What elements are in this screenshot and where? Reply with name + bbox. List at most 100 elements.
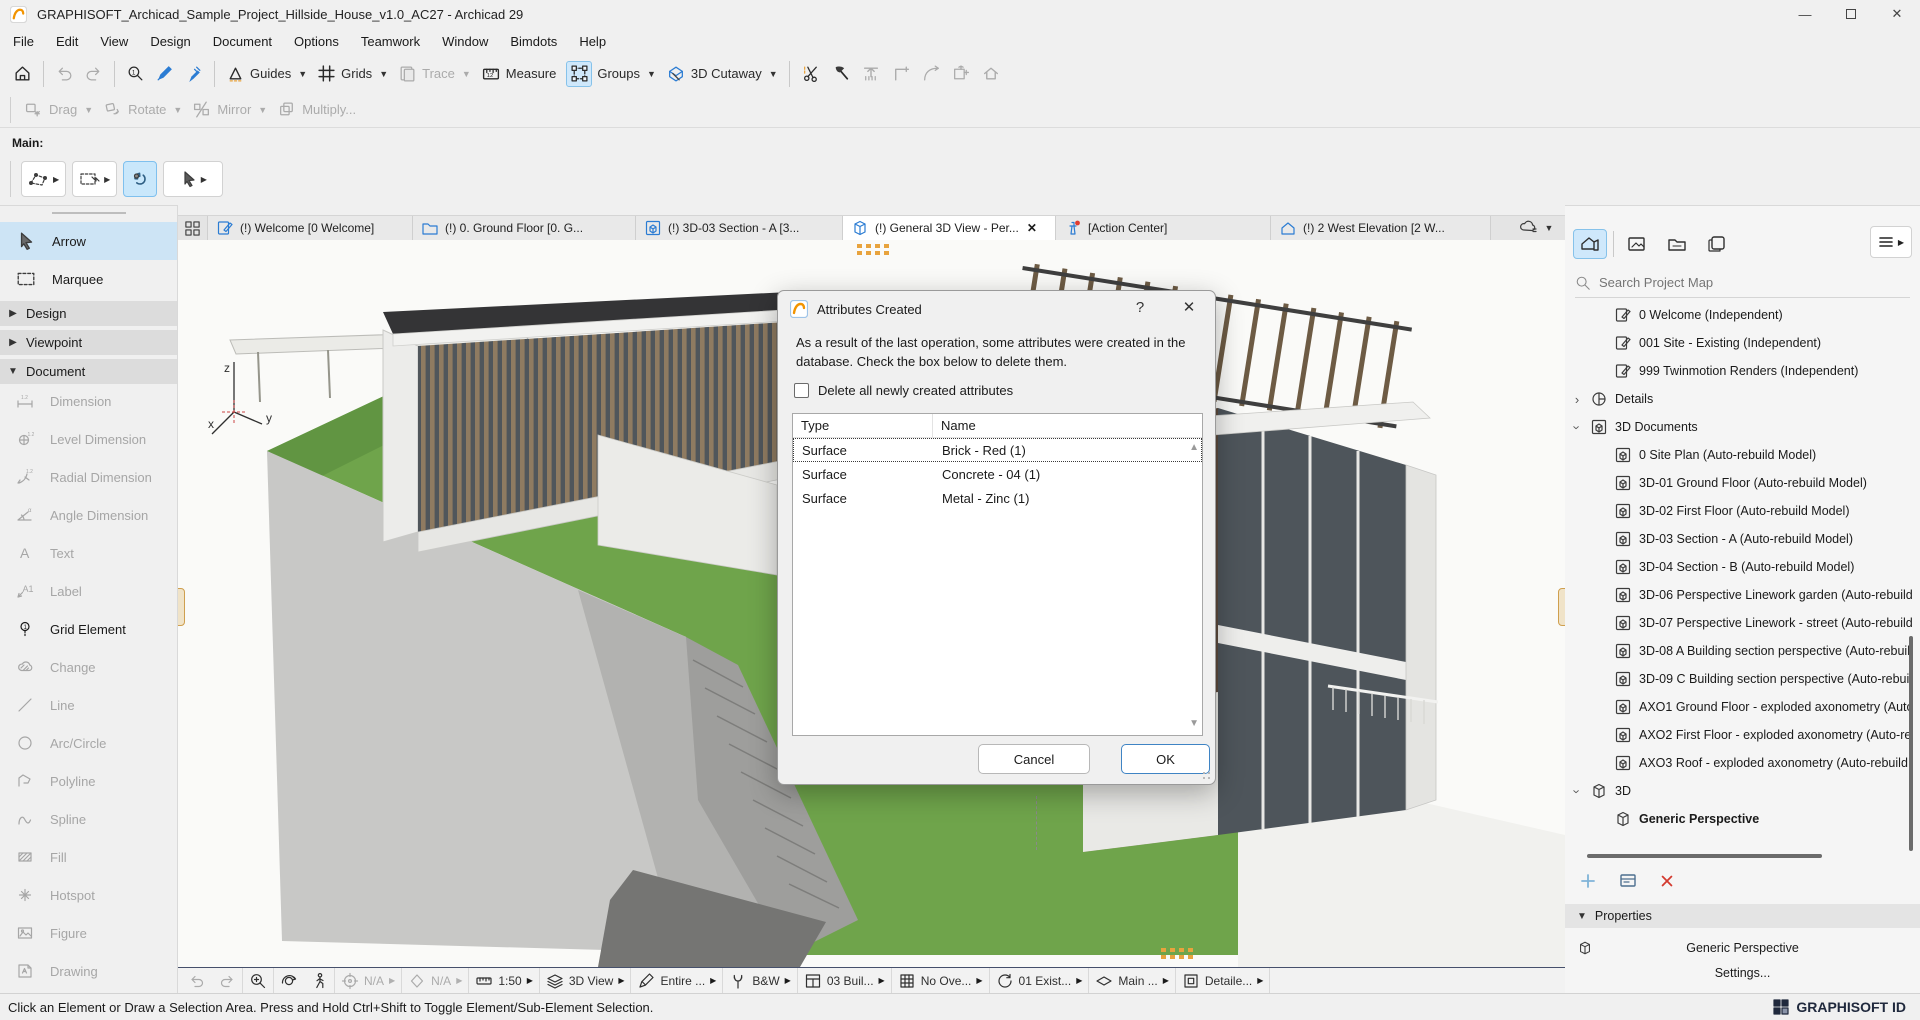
tree-item[interactable]: 3D-08 A Building section perspective (Au… — [1565, 637, 1913, 665]
tree-item[interactable]: 999 Twinmotion Renders (Independent) — [1565, 357, 1913, 385]
roofmaker-button[interactable] — [976, 59, 1006, 89]
toolbox-tool[interactable]: A Text — [0, 534, 178, 572]
menu-item[interactable]: File — [2, 29, 45, 55]
adjust-button[interactable] — [826, 59, 856, 89]
close-button[interactable]: ✕ — [1874, 0, 1920, 28]
magnet-snap-button[interactable] — [123, 161, 157, 197]
menu-item[interactable]: View — [89, 29, 139, 55]
ok-button[interactable]: OK — [1121, 744, 1210, 774]
grids-button[interactable]: Grids▼ — [312, 59, 393, 89]
split-button[interactable] — [796, 59, 826, 89]
tree-item[interactable]: › 3D Documents — [1565, 413, 1913, 441]
groups-caret-icon[interactable]: ▼ — [647, 69, 656, 79]
project-map-search[interactable] — [1575, 268, 1910, 298]
undo-button[interactable] — [50, 59, 79, 89]
table-row[interactable]: Surface Metal - Zinc (1) — [793, 486, 1202, 510]
quick-option[interactable]: N/A ▶ — [402, 968, 469, 993]
tree-item[interactable]: › 3D — [1565, 777, 1913, 805]
multiply-button[interactable]: Multiply... — [272, 95, 361, 125]
scroll-down-icon[interactable]: ▼ — [1189, 718, 1199, 729]
add-viewpoint-button[interactable] — [1579, 872, 1597, 890]
toolbox-tool[interactable]: Drawing — [0, 952, 178, 990]
project-map-tab[interactable] — [1573, 229, 1607, 259]
quick-option[interactable]: No Ove... ▶ — [892, 968, 990, 993]
minimize-button[interactable]: — — [1782, 0, 1828, 28]
intersect-button[interactable] — [886, 59, 916, 89]
toolbox-tool[interactable]: 1 Grid Element — [0, 610, 178, 648]
dialog-resize-grip[interactable] — [1202, 771, 1212, 781]
quick-option[interactable]: Entire ... ▶ — [631, 968, 723, 993]
menu-item[interactable]: Help — [568, 29, 617, 55]
tab-list-dropdown-button[interactable]: ▼ — [1507, 216, 1565, 240]
toolbox-tool[interactable]: 1.2 Dimension — [0, 382, 178, 420]
3d-viewport[interactable]: z x y Attributes Created ? ✕ As a result… — [178, 240, 1565, 967]
group-marker[interactable] — [857, 244, 891, 255]
quick-option[interactable] — [182, 968, 212, 993]
tree-item[interactable]: 0 Welcome (Independent) — [1565, 301, 1913, 329]
tree-item[interactable]: AXO1 Ground Floor - exploded axonometry … — [1565, 693, 1913, 721]
column-header-name[interactable]: Name — [933, 418, 1202, 433]
toolbox-group-viewpoint[interactable]: ▶ Viewpoint — [0, 330, 178, 356]
section-edge-handle-right[interactable] — [1558, 588, 1565, 626]
tree-vertical-scrollbar[interactable] — [1909, 636, 1913, 851]
tree-item[interactable]: 0 Site Plan (Auto-rebuild Model) — [1565, 441, 1913, 469]
quick-option[interactable] — [304, 968, 335, 993]
menu-item[interactable]: Bimdots — [499, 29, 568, 55]
toolbox-tool[interactable]: Hotspot — [0, 876, 178, 914]
tree-item[interactable]: 3D-07 Perspective Linework - street (Aut… — [1565, 609, 1913, 637]
tree-item[interactable]: 3D-03 Section - A (Auto-rebuild Model) — [1565, 525, 1913, 553]
guides-button[interactable]: Guides▼ — [221, 59, 312, 89]
dialog-help-button[interactable]: ? — [1129, 299, 1151, 316]
tab-overview-button[interactable] — [178, 216, 208, 240]
drag-button[interactable]: Drag▼ — [19, 95, 98, 125]
menu-item[interactable]: Teamwork — [350, 29, 431, 55]
view-tab[interactable]: (!) General 3D View - Per... ✕ — [843, 216, 1056, 240]
tree-caret-icon[interactable]: › — [1571, 392, 1583, 407]
toolbox-group-design[interactable]: ▶ Design — [0, 301, 178, 327]
navigator-menu-button[interactable]: ▶ — [1870, 226, 1912, 258]
toolbox-tool[interactable]: Polyline — [0, 762, 178, 800]
scroll-up-icon[interactable]: ▲ — [1189, 442, 1199, 453]
rotate-button[interactable]: Rotate▼ — [98, 95, 187, 125]
table-row[interactable]: Surface Brick - Red (1) — [793, 438, 1202, 462]
tree-item[interactable]: 3D-09 C Building section perspective (Au… — [1565, 665, 1913, 693]
menu-item[interactable]: Design — [139, 29, 201, 55]
quick-option[interactable] — [243, 968, 274, 993]
graphisoft-id[interactable]: GRAPHISOFT ID — [1773, 999, 1906, 1015]
quick-option[interactable]: Detaile... ▶ — [1176, 968, 1271, 993]
toolbox-tool[interactable]: Spline — [0, 800, 178, 838]
toolbox-tool[interactable]: Fill — [0, 838, 178, 876]
checkbox-box[interactable] — [794, 383, 809, 398]
tree-horizontal-scrollbar[interactable] — [1587, 854, 1822, 858]
quick-option[interactable]: Main ... ▶ — [1089, 968, 1176, 993]
tree-item[interactable]: 3D-04 Section - B (Auto-rebuild Model) — [1565, 553, 1913, 581]
view-tab[interactable]: (!) 0. Ground Floor [0. G... — [413, 216, 636, 240]
quick-option[interactable]: N/A ▶ — [335, 968, 402, 993]
quick-option[interactable]: 1:50 ▶ — [469, 968, 540, 993]
marquee-selection-button[interactable]: ▶ — [72, 161, 117, 197]
3d-cutaway-caret-icon[interactable]: ▼ — [769, 69, 778, 79]
menu-item[interactable]: Window — [431, 29, 499, 55]
grids-caret-icon[interactable]: ▼ — [379, 69, 388, 79]
table-header[interactable]: Type Name — [793, 414, 1202, 438]
quick-option[interactable] — [274, 968, 304, 993]
delete-viewpoint-button[interactable] — [1659, 873, 1675, 889]
tree-item[interactable]: Generic Perspective — [1565, 805, 1913, 833]
quick-option[interactable]: B&W ▶ — [723, 968, 798, 993]
section-edge-handle-left[interactable] — [178, 588, 185, 626]
redo-button[interactable] — [79, 59, 108, 89]
inject-parameters-button[interactable] — [179, 59, 208, 89]
arrow-tool-button[interactable]: ▶ — [163, 161, 223, 197]
toolbox-tool[interactable]: Change — [0, 648, 178, 686]
cancel-button[interactable]: Cancel — [978, 744, 1090, 774]
toolbox-tool[interactable]: 1.2 Radial Dimension — [0, 458, 178, 496]
tree-caret-icon[interactable]: › — [1570, 421, 1585, 433]
delete-attributes-checkbox[interactable]: Delete all newly created attributes — [794, 383, 1013, 398]
toolbox-tool[interactable]: 1.2 Level Dimension — [0, 420, 178, 458]
maximize-button[interactable] — [1828, 0, 1874, 28]
publisher-tab[interactable] — [1700, 229, 1734, 259]
3d-cutaway-button[interactable]: 3D Cutaway▼ — [661, 59, 783, 89]
settings-button[interactable]: Settings... — [1565, 966, 1920, 980]
tree-caret-icon[interactable]: › — [1570, 785, 1585, 797]
tab-close-icon[interactable]: ✕ — [1027, 221, 1037, 235]
